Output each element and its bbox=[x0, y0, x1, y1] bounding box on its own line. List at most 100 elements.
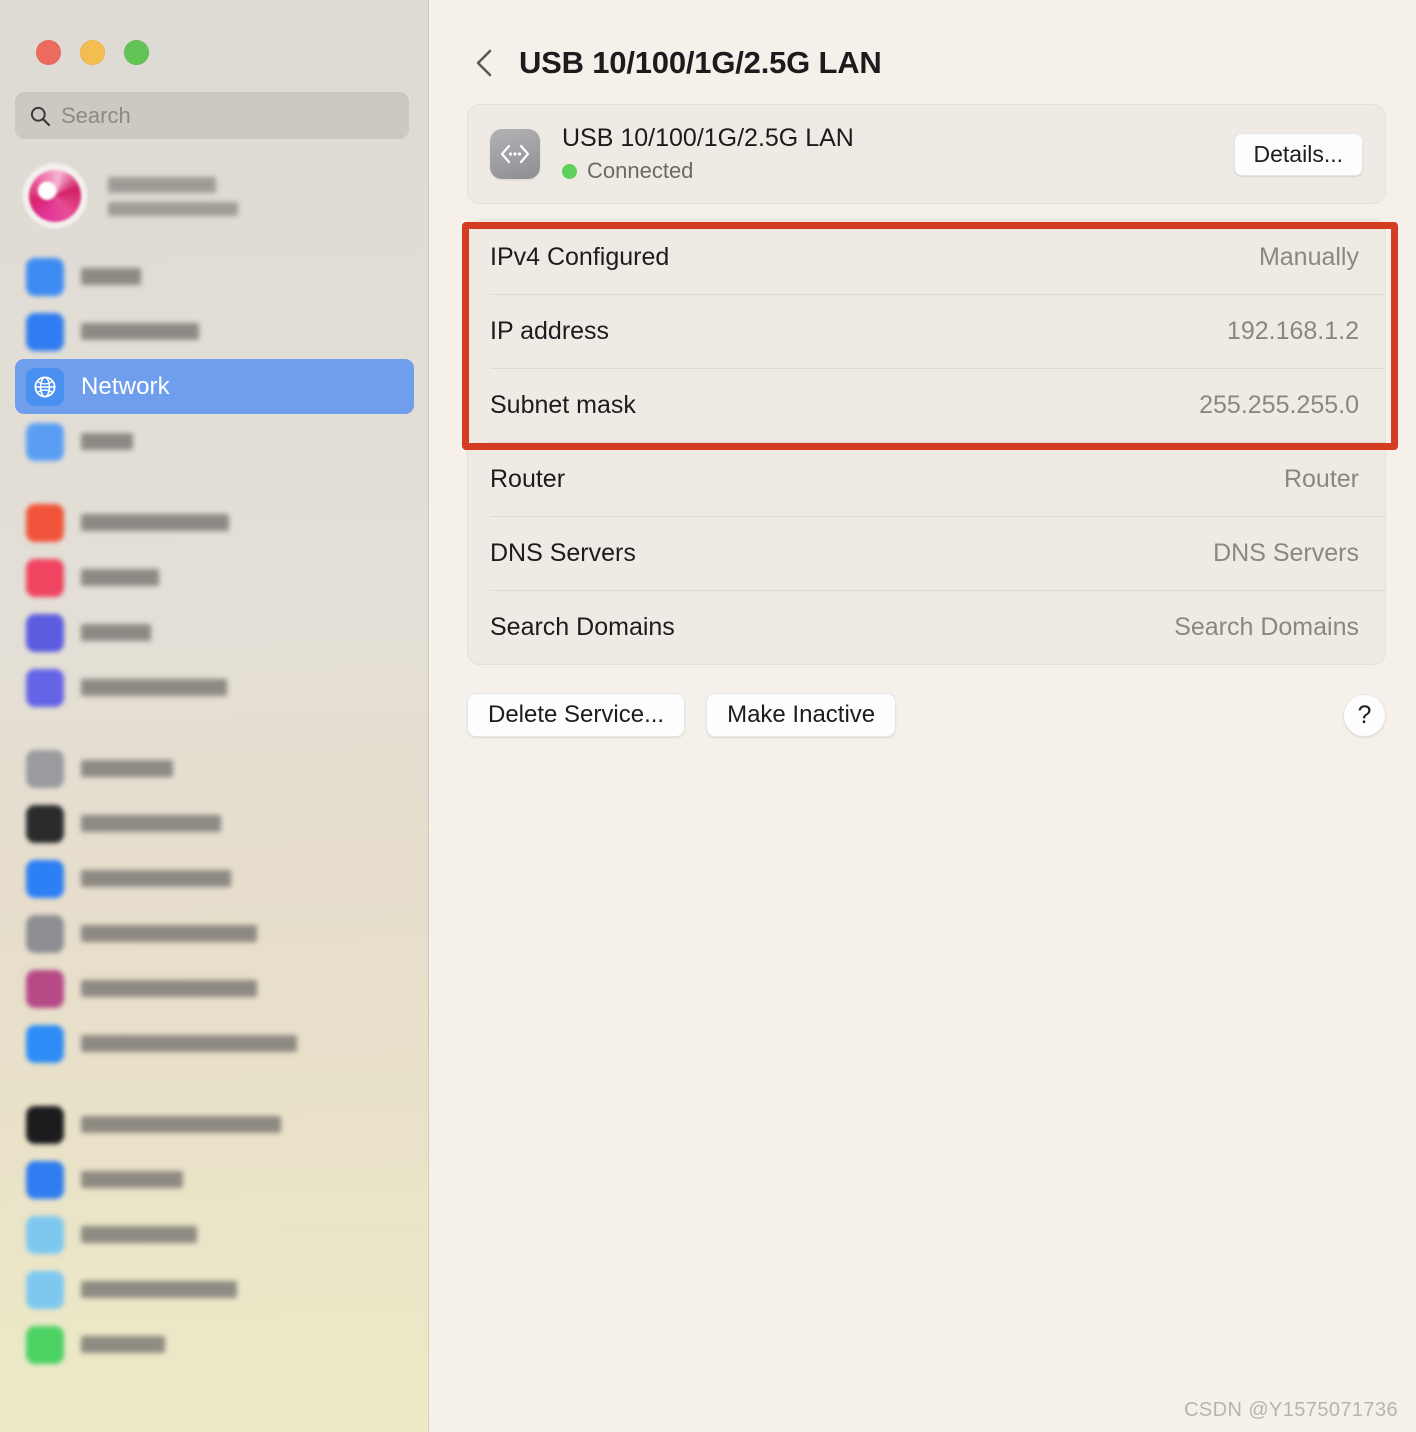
sidebar-item-redacted-6[interactable] bbox=[15, 605, 414, 660]
sidebar-item-redacted-5[interactable] bbox=[15, 550, 414, 605]
sidebar-item-label bbox=[81, 1226, 197, 1243]
sidebar-item-label bbox=[81, 624, 151, 641]
sidebar-item-redacted-16[interactable] bbox=[15, 1207, 414, 1262]
sidebar-item-label bbox=[81, 1116, 281, 1133]
make-inactive-button[interactable]: Make Inactive bbox=[706, 693, 897, 737]
sidebar-item-redacted-9[interactable] bbox=[15, 796, 414, 851]
window-traffic-lights bbox=[0, 0, 429, 65]
sidebar-divider bbox=[0, 715, 429, 741]
sidebar-item-redacted-18[interactable] bbox=[15, 1317, 414, 1372]
sidebar-item-label bbox=[81, 514, 229, 531]
sidebar-item-redacted-2[interactable] bbox=[15, 304, 414, 359]
interface-status: Connected bbox=[562, 158, 1234, 184]
sidebar-item-label bbox=[81, 760, 173, 777]
user-profile-text bbox=[108, 176, 238, 216]
sidebar-icon-redacted bbox=[26, 558, 64, 597]
zoom-button[interactable] bbox=[124, 40, 149, 65]
sidebar-icon-redacted bbox=[26, 1270, 64, 1309]
sidebar-item-label bbox=[81, 925, 257, 942]
sidebar-item-label bbox=[81, 980, 257, 997]
details-button[interactable]: Details... bbox=[1233, 132, 1363, 176]
sidebar-item-label bbox=[81, 679, 227, 696]
sidebar-item-network[interactable]: Network bbox=[15, 359, 414, 414]
chevron-left-icon bbox=[476, 49, 492, 77]
row-value: Router bbox=[1283, 464, 1359, 493]
sidebar-group-2 bbox=[0, 495, 429, 715]
table-row[interactable]: IPv4 Configured Manually bbox=[468, 220, 1385, 294]
sidebar-icon-redacted bbox=[26, 749, 64, 788]
sidebar-item-label bbox=[81, 433, 133, 450]
row-value: Manually bbox=[1258, 242, 1359, 271]
sidebar-icon-redacted bbox=[26, 1105, 64, 1144]
table-row[interactable]: Router Router bbox=[468, 442, 1385, 516]
watermark: CSDN @Y1575071736 bbox=[1184, 1399, 1398, 1421]
sidebar-icon-redacted bbox=[26, 1325, 64, 1364]
sidebar-item-label bbox=[81, 1281, 237, 1298]
row-value: 255.255.255.0 bbox=[1199, 390, 1359, 419]
sidebar: Network bbox=[0, 0, 429, 1432]
sidebar-item-label bbox=[81, 268, 141, 285]
sidebar-item-redacted-7[interactable] bbox=[15, 660, 414, 715]
sidebar-item-redacted-3[interactable] bbox=[15, 414, 414, 469]
sidebar-item-redacted-12[interactable] bbox=[15, 961, 414, 1016]
user-subtitle-redacted bbox=[108, 201, 238, 216]
search-icon bbox=[29, 105, 51, 127]
sidebar-divider bbox=[0, 1071, 429, 1097]
interface-summary-card: USB 10/100/1G/2.5G LAN Connected Details… bbox=[467, 104, 1386, 204]
table-row[interactable]: Subnet mask 255.255.255.0 bbox=[468, 368, 1385, 442]
search-input[interactable] bbox=[61, 102, 395, 129]
sidebar-item-label bbox=[81, 323, 199, 340]
sidebar-item-redacted-15[interactable] bbox=[15, 1152, 414, 1207]
table-row[interactable]: IP address 192.168.1.2 bbox=[468, 294, 1385, 368]
sidebar-item-redacted-4[interactable] bbox=[15, 495, 414, 550]
row-label: Search Domains bbox=[490, 612, 675, 641]
search-field[interactable] bbox=[15, 92, 409, 139]
row-value: DNS Servers bbox=[1213, 538, 1359, 567]
sidebar-item-label bbox=[81, 870, 231, 887]
table-row[interactable]: Search Domains Search Domains bbox=[468, 590, 1385, 664]
user-name-redacted bbox=[108, 176, 216, 193]
sidebar-icon-redacted bbox=[26, 1215, 64, 1254]
sidebar-icon-redacted bbox=[26, 859, 64, 898]
sidebar-item-redacted-10[interactable] bbox=[15, 851, 414, 906]
avatar bbox=[22, 163, 88, 229]
sidebar-item-redacted-13[interactable] bbox=[15, 1016, 414, 1071]
sidebar-item-label: Network bbox=[81, 372, 170, 400]
back-button[interactable] bbox=[467, 43, 501, 83]
sidebar-icon-redacted bbox=[26, 257, 64, 296]
page-title: USB 10/100/1G/2.5G LAN bbox=[519, 45, 882, 80]
table-row[interactable]: DNS Servers DNS Servers bbox=[468, 516, 1385, 590]
sidebar-divider bbox=[0, 469, 429, 495]
row-label: Subnet mask bbox=[490, 390, 636, 419]
detail-pane: USB 10/100/1G/2.5G LAN USB 10/100/1G/2.5… bbox=[429, 0, 1416, 1432]
status-badge: Connected bbox=[587, 158, 694, 183]
sidebar-icon-redacted bbox=[26, 914, 64, 953]
row-label: IP address bbox=[490, 316, 610, 345]
sidebar-item-redacted-8[interactable] bbox=[15, 741, 414, 796]
sidebar-item-label bbox=[81, 815, 221, 832]
system-settings-window: Network bbox=[0, 0, 1416, 1432]
sidebar-icon-redacted bbox=[26, 969, 64, 1008]
sidebar-item-label bbox=[81, 1035, 297, 1052]
user-profile-item[interactable] bbox=[22, 161, 429, 231]
close-button[interactable] bbox=[36, 40, 61, 65]
sidebar-icon-redacted bbox=[26, 1160, 64, 1199]
action-button-row: Delete Service... Make Inactive ? bbox=[467, 693, 1386, 737]
page-header: USB 10/100/1G/2.5G LAN bbox=[429, 0, 1416, 96]
sidebar-item-redacted-14[interactable] bbox=[15, 1097, 414, 1152]
delete-service-button[interactable]: Delete Service... bbox=[467, 693, 686, 737]
interface-info: USB 10/100/1G/2.5G LAN Connected bbox=[562, 124, 1234, 184]
sidebar-item-redacted-1[interactable] bbox=[15, 249, 414, 304]
sidebar-group-3 bbox=[0, 741, 429, 1071]
network-settings-list: IPv4 Configured Manually IP address 192.… bbox=[467, 219, 1386, 665]
help-button[interactable]: ? bbox=[1343, 693, 1386, 737]
sidebar-item-redacted-17[interactable] bbox=[15, 1262, 414, 1317]
sidebar-icon-redacted bbox=[26, 804, 64, 843]
sidebar-item-redacted-11[interactable] bbox=[15, 906, 414, 961]
interface-name: USB 10/100/1G/2.5G LAN bbox=[562, 124, 854, 152]
sidebar-icon-redacted bbox=[26, 1024, 64, 1063]
sidebar-icon-redacted bbox=[26, 503, 64, 542]
row-label: IPv4 Configured bbox=[490, 242, 670, 271]
minimize-button[interactable] bbox=[80, 40, 105, 65]
sidebar-item-label bbox=[81, 1336, 165, 1353]
